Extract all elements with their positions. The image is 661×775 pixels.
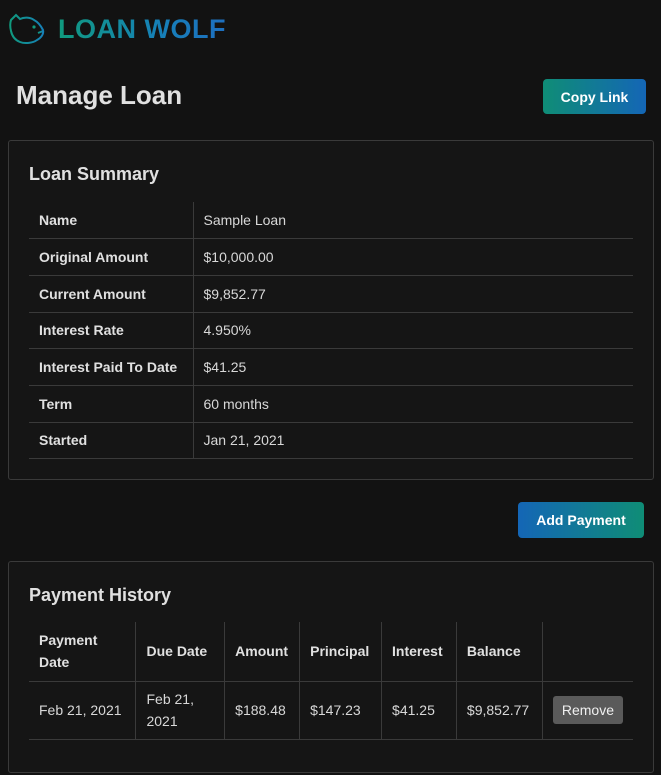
column-header-amount: Amount [224,622,301,682]
actions-cell: Remove [542,681,633,740]
table-row: Feb 21, 2021 Feb 21, 2021 $188.48 $147.2… [29,681,633,740]
summary-row: Interest Rate 4.950% [29,312,633,350]
column-header-balance: Balance [456,622,543,682]
summary-value: Sample Loan [193,202,633,240]
amount-cell: $188.48 [224,681,301,740]
summary-row: Current Amount $9,852.77 [29,275,633,313]
summary-value: $9,852.77 [193,275,633,313]
summary-row: Term 60 months [29,385,633,423]
page-title: Manage Loan [16,80,183,110]
loan-summary-panel: Loan Summary Name Sample Loan Original A… [8,140,654,480]
due-date-cell: Feb 21, 2021 [135,681,226,740]
wolf-head-icon [9,13,45,45]
payment-history-title: Payment History [29,585,172,605]
summary-value: 60 months [193,385,633,423]
app-logo-text[interactable]: LOAN WOLF [58,14,226,45]
app-header: LOAN WOLF [8,10,226,48]
loan-summary-title: Loan Summary [29,164,160,184]
summary-label: Name [29,202,194,240]
summary-value: $10,000.00 [193,238,633,276]
add-payment-button[interactable]: Add Payment [518,502,644,538]
payment-history-table: Payment Date Due Date Amount Principal I… [29,622,633,740]
interest-cell: $41.25 [381,681,457,740]
summary-label: Term [29,385,194,423]
payment-date-cell: Feb 21, 2021 [29,681,137,740]
table-header-row: Payment Date Due Date Amount Principal I… [29,622,633,682]
loan-summary-table: Name Sample Loan Original Amount $10,000… [29,202,633,460]
summary-row: Interest Paid To Date $41.25 [29,348,633,386]
balance-cell: $9,852.77 [456,681,543,740]
column-header-payment-date: Payment Date [29,622,137,682]
summary-label: Current Amount [29,275,194,313]
summary-value: Jan 21, 2021 [193,422,633,460]
summary-row: Name Sample Loan [29,202,633,240]
column-header-actions [542,622,633,682]
summary-value: 4.950% [193,312,633,350]
payment-history-panel: Payment History Payment Date Due Date Am… [8,561,654,773]
summary-row: Original Amount $10,000.00 [29,238,633,276]
column-header-due-date: Due Date [135,622,226,682]
copy-link-button[interactable]: Copy Link [543,79,646,114]
summary-label: Original Amount [29,238,194,276]
summary-value: $41.25 [193,348,633,386]
column-header-principal: Principal [299,622,383,682]
column-header-interest: Interest [381,622,457,682]
summary-label: Interest Paid To Date [29,348,194,386]
summary-row: Started Jan 21, 2021 [29,422,633,460]
principal-cell: $147.23 [299,681,383,740]
remove-payment-button[interactable]: Remove [552,696,623,724]
summary-label: Interest Rate [29,312,194,350]
summary-label: Started [29,422,194,460]
